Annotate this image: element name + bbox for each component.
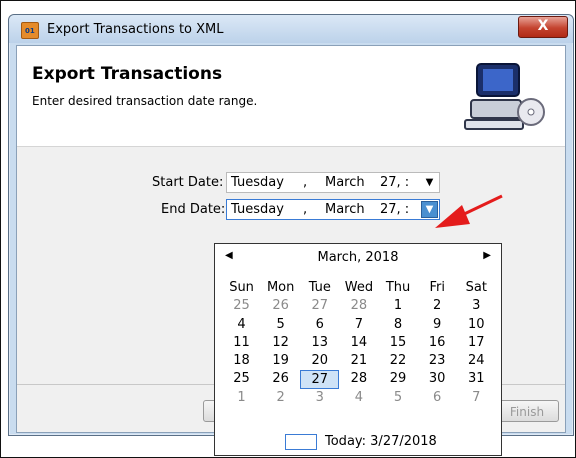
end-date-label: End Date:	[161, 202, 226, 217]
day-cell[interactable]: 8	[379, 316, 418, 334]
window-title: Export Transactions to XML	[47, 22, 224, 37]
day-cell[interactable]: 26	[261, 370, 300, 388]
day-cell[interactable]: 29	[379, 370, 418, 388]
day-cell[interactable]: 25	[222, 370, 261, 388]
day-cell[interactable]: 26	[261, 297, 300, 315]
day-cell[interactable]: 20	[300, 352, 339, 370]
day-cell[interactable]: 25	[222, 297, 261, 315]
day-cell[interactable]: 27	[300, 297, 339, 315]
day-cell[interactable]: 5	[379, 389, 418, 407]
header-subtitle: Enter desired transaction date range.	[32, 94, 258, 108]
weekday-label: Sat	[465, 280, 487, 295]
day-cell[interactable]: 28	[339, 370, 378, 388]
day-cell[interactable]: 2	[418, 297, 457, 315]
day-cell[interactable]: 10	[457, 316, 496, 334]
calendar-week-row: 18 19 20 21 22 23 24	[222, 352, 496, 370]
day-cell[interactable]: 4	[339, 389, 378, 407]
weekday-label: Sun	[229, 280, 254, 295]
calendar-week-row: 1234567	[222, 389, 496, 407]
day-cell[interactable]: 21	[339, 352, 378, 370]
day-cell[interactable]: 31	[457, 370, 496, 388]
day-cell[interactable]: 13	[300, 334, 339, 352]
start-date-label: Start Date:	[152, 175, 224, 190]
start-dropdown-arrow-icon[interactable]: ▼	[421, 174, 438, 191]
weekday-label: Mon	[266, 280, 295, 295]
day-cell[interactable]: 3	[300, 389, 339, 407]
end-dropdown-arrow-icon[interactable]: ▼	[421, 201, 438, 218]
computer-export-icon	[464, 63, 545, 130]
end-month: March	[325, 202, 365, 217]
dialog-header: Export Transactions Enter desired transa…	[17, 46, 565, 147]
weekday-label: Thu	[385, 280, 411, 295]
day-cell[interactable]: 7	[457, 389, 496, 407]
day-cell[interactable]: 24	[457, 352, 496, 370]
day-cell[interactable]: 6	[300, 316, 339, 334]
calendar-app-icon	[21, 22, 39, 39]
day-cell[interactable]: 28	[339, 297, 378, 315]
end-separator: ,	[303, 202, 308, 217]
start-separator: ,	[303, 175, 308, 190]
start-month: March	[325, 175, 365, 190]
day-cell[interactable]: 22	[379, 352, 418, 370]
calendar-week-row: 25 26 27 28 1 2 3	[222, 297, 496, 315]
day-cell[interactable]: 5	[261, 316, 300, 334]
day-cell[interactable]: 1	[379, 297, 418, 315]
day-cell[interactable]: 12	[261, 334, 300, 352]
day-cell[interactable]: 6	[418, 389, 457, 407]
start-date-picker[interactable]: Tuesday , March 27, : ▼	[226, 172, 440, 193]
end-weekday: Tuesday	[231, 202, 284, 217]
day-cell[interactable]: 14	[339, 334, 378, 352]
title-bar: Export Transactions to XML X	[9, 15, 573, 43]
calendar-week-row: 11 12 13 14 15 16 17	[222, 334, 496, 352]
day-cell[interactable]: 1	[222, 389, 261, 407]
weekday-label: Fri	[429, 280, 445, 295]
day-cell[interactable]: 7	[339, 316, 378, 334]
day-cell[interactable]: 16	[418, 334, 457, 352]
day-cell[interactable]: 18	[222, 352, 261, 370]
today-marker-icon	[285, 434, 317, 450]
weekday-header-row: Sun Mon Tue Wed Thu Fri Sat	[222, 279, 496, 297]
day-cell[interactable]: 2	[261, 389, 300, 407]
day-cell[interactable]: 4	[222, 316, 261, 334]
calendar-header: ◀ March, 2018 ▶	[215, 250, 501, 268]
calendar-week-row: 4 5 6 7 8 9 10	[222, 316, 496, 334]
next-month-icon[interactable]: ▶	[483, 250, 491, 261]
day-cell[interactable]: 17	[457, 334, 496, 352]
weekday-label: Wed	[344, 280, 374, 295]
weekday-label: Tue	[308, 280, 331, 295]
calendar-month-label: March, 2018	[317, 250, 399, 265]
selected-day-cell[interactable]: 27	[300, 370, 340, 389]
day-cell[interactable]: 11	[222, 334, 261, 352]
start-weekday: Tuesday	[231, 175, 284, 190]
calendar-week-row: 25 26 27 28 29 30 31	[222, 370, 496, 389]
calendar-dropdown: ◀ March, 2018 ▶ Sun Mon Tue Wed Thu Fri Sat 25 2…	[214, 243, 502, 456]
header-title: Export Transactions	[32, 64, 223, 84]
start-day: 27, :	[380, 175, 410, 190]
end-day: 27, :	[380, 202, 410, 217]
day-cell[interactable]: 30	[418, 370, 457, 388]
today-button[interactable]: Today: 3/27/2018	[325, 434, 437, 449]
day-cell[interactable]: 19	[261, 352, 300, 370]
day-cell[interactable]: 3	[457, 297, 496, 315]
day-cell[interactable]: 23	[418, 352, 457, 370]
finish-button[interactable]: Finish	[495, 400, 559, 422]
end-date-picker[interactable]: Tuesday , March 27, : ▼	[226, 199, 440, 220]
day-cell[interactable]: 15	[379, 334, 418, 352]
calendar-grid: Sun Mon Tue Wed Thu Fri Sat 25 26 27 28 1 2 3 4 5 6 7 8 9 10…	[222, 279, 496, 407]
close-button[interactable]: X	[518, 16, 568, 38]
day-cell[interactable]: 9	[418, 316, 457, 334]
